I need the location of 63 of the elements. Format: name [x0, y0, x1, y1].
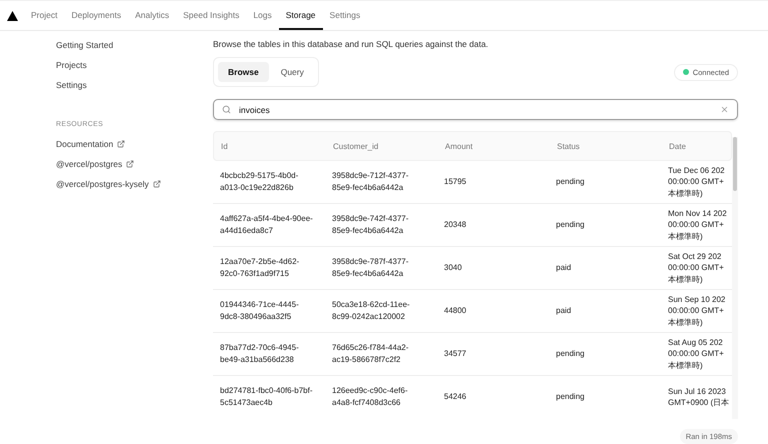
sidebar-link[interactable]: Documentation	[56, 134, 213, 154]
table-cell-text: 34577	[444, 348, 468, 360]
nav-tab[interactable]: Deployments	[64, 1, 128, 30]
link-label: @vercel/postgres	[56, 159, 122, 169]
table-cell-text: 4bcbcb29-5175-4b0d-a013-0c19e22d826b	[220, 170, 300, 194]
table-cell-text: Sun Sep 10 202 00:00:00 GMT+ 本標準時)	[668, 294, 726, 328]
table-cell-text: Sun Jul 16 2023 GMT+0900 (日本	[668, 386, 730, 408]
search-field[interactable]: invoices	[237, 104, 714, 116]
table-cell-text: 4aff627a-a5f4-4be4-90ee-a44d16eda8c7	[220, 213, 314, 237]
nav-tab[interactable]: Speed Insights	[176, 1, 246, 30]
sidebar-link[interactable]: @vercel/postgres	[56, 154, 213, 174]
mode-tab[interactable]: Browse	[218, 62, 269, 82]
table-cell-text: 126eed9c-c90c-4ef6-a4a8-fcf7408d3c66	[332, 385, 409, 409]
table-cell-text: 50ca3e18-62cd-11ee-8c99-0242ac120002	[332, 299, 411, 323]
link-label: Settings	[56, 80, 87, 90]
table-cell-text: 54246	[444, 391, 468, 403]
nav-tab[interactable]: Logs	[246, 1, 279, 30]
table-cell-text: Sat Oct 29 202 00:00:00 GMT+ 本標準時)	[668, 250, 725, 286]
nav-tab[interactable]: Analytics	[128, 1, 176, 30]
table-cell-text: Mon Nov 14 202 00:00:00 GMT+ 本標準時)	[668, 208, 728, 242]
table-cell-text: 3958dc9e-742f-4377-85e9-fec4b6a6442a	[332, 213, 410, 237]
column-header: Date	[669, 142, 687, 150]
table-cell-text: paid	[556, 262, 572, 274]
table-cell-text: 01944346-71ce-4445-9dc8-380496aa32f5	[220, 299, 300, 323]
table-cell-text: 3958dc9e-712f-4377-85e9-fec4b6a6442a	[332, 170, 410, 194]
link-label: Documentation	[56, 139, 114, 149]
table-cell-text: pending	[556, 348, 586, 360]
table-cell-text: paid	[556, 305, 572, 317]
table-cell-text: Sat Aug 05 202 00:00:00 GMT+ 本標準時)	[668, 336, 725, 372]
column-header: Amount	[445, 142, 474, 150]
column-header: Customer_id	[333, 142, 380, 150]
sidebar-link[interactable]: Projects	[56, 55, 213, 75]
table-cell-text: pending	[556, 176, 586, 188]
search-icon	[222, 105, 231, 114]
link-label: Projects	[56, 60, 87, 70]
link-label: @vercel/postgres-kysely	[56, 179, 149, 189]
clear-icon[interactable]	[720, 105, 729, 114]
table-cell-text: 20348	[444, 219, 468, 231]
table-cell-text: 3040	[444, 262, 463, 274]
table-cell-text: 15795	[444, 176, 468, 188]
column-header: Status	[557, 142, 581, 150]
column-header: Id	[221, 142, 229, 150]
sidebar-link[interactable]: Settings	[56, 75, 213, 95]
table-cell-text: 87ba77d2-70c6-4945-be49-a31ba566d238	[220, 342, 300, 366]
table-cell-text: Tue Dec 06 202 00:00:00 GMT+ 本標準時)	[668, 164, 726, 200]
table-cell-text: 76d65c26-f784-44a2-ac19-586678f7c2f2	[332, 342, 410, 366]
sidebar-link[interactable]: @vercel/postgres-kysely	[56, 174, 213, 194]
nav-tab[interactable]: Settings	[322, 1, 368, 30]
search-bar[interactable]: invoices	[213, 99, 738, 120]
triangle-logo-icon[interactable]	[7, 10, 18, 20]
link-label: Getting Started	[56, 40, 114, 50]
table-cell-text: 44800	[444, 305, 468, 317]
table-cell-text: 3958dc9e-787f-4377-85e9-fec4b6a6442a	[332, 256, 410, 280]
scrollbar[interactable]	[732, 137, 738, 419]
table-cell-text: pending	[556, 391, 586, 403]
sidebar-link[interactable]: Getting Started	[56, 35, 213, 55]
mode-tab[interactable]: Query	[270, 62, 314, 82]
nav-tab[interactable]: Storage	[278, 1, 323, 30]
nav-tab[interactable]: Project	[24, 1, 64, 30]
table-cell-text: bd274781-fbc0-40f6-b7bf-5c51473aec4b	[220, 385, 314, 409]
table-cell-text: pending	[556, 219, 586, 231]
description-text: Browse the tables in this database and run SQL queries against the data.	[213, 39, 490, 51]
table-cell-text: 12aa70e7-2b5e-4d62-92c0-763f1ad9f715	[220, 256, 300, 280]
